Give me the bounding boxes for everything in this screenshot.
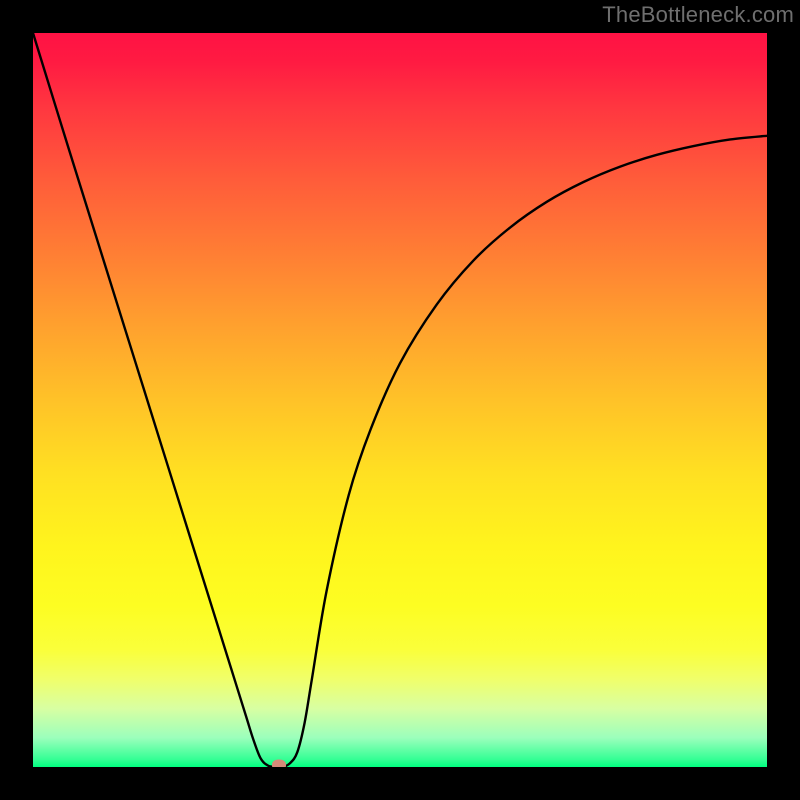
plot-area [33, 33, 767, 767]
chart-container: TheBottleneck.com [0, 0, 800, 800]
optimum-marker [272, 759, 286, 767]
bottleneck-curve [33, 33, 767, 767]
watermark-text: TheBottleneck.com [602, 2, 794, 28]
